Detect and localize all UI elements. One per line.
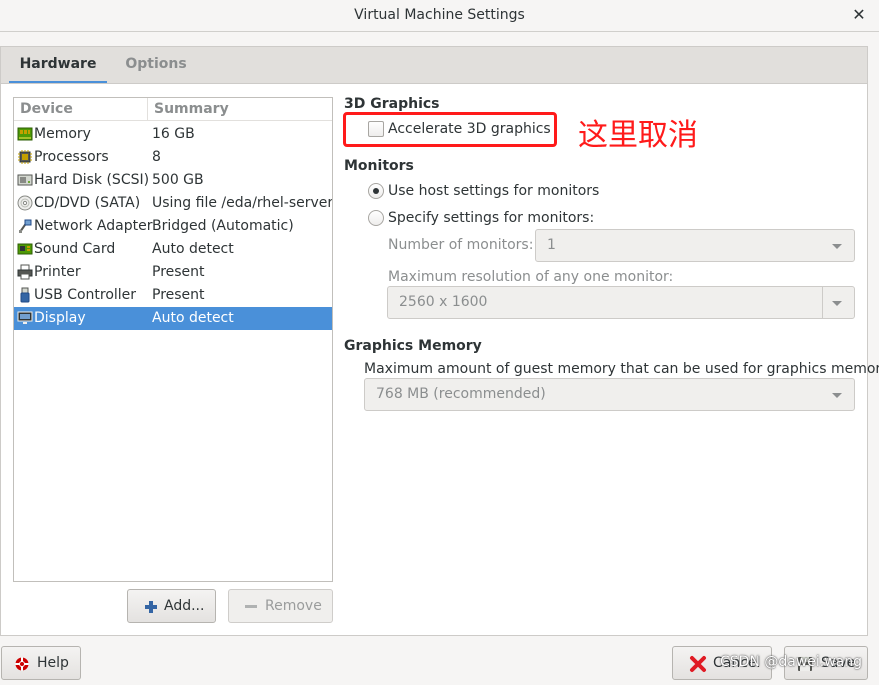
device-name: CD/DVD (SATA) bbox=[34, 195, 141, 211]
network-adapter-icon bbox=[19, 219, 32, 233]
combo-divider bbox=[822, 287, 823, 318]
column-header-device[interactable]: Device bbox=[20, 101, 73, 117]
device-name: Sound Card bbox=[34, 241, 116, 257]
processor-icon bbox=[18, 150, 32, 164]
specify-monitors-label[interactable]: Specify settings for monitors: bbox=[388, 210, 594, 226]
device-list[interactable]: Device Summary Memory 16 GB Processors 8… bbox=[13, 97, 333, 582]
add-button[interactable]: Add... bbox=[127, 589, 216, 623]
display-icon bbox=[17, 311, 33, 324]
tab-bar: Hardware Options bbox=[0, 46, 868, 84]
plus-icon bbox=[145, 601, 157, 613]
specify-monitors-radio[interactable] bbox=[368, 210, 384, 226]
device-name: Network Adapter bbox=[34, 218, 153, 234]
device-row-network-adapter[interactable]: Network Adapter Bridged (Automatic) bbox=[14, 215, 332, 238]
device-name: Processors bbox=[34, 149, 109, 165]
printer-icon bbox=[17, 264, 33, 280]
add-button-label: Add... bbox=[164, 598, 205, 614]
help-icon bbox=[15, 657, 29, 671]
device-row-printer[interactable]: Printer Present bbox=[14, 261, 332, 284]
watermark: CSDN @dawei.wang bbox=[720, 654, 863, 670]
device-row-hard-disk[interactable]: Hard Disk (SCSI) 500 GB bbox=[14, 169, 332, 192]
memory-icon bbox=[17, 127, 33, 141]
title-bar: Virtual Machine Settings ✕ bbox=[0, 0, 879, 32]
section-title-graphics-memory: Graphics Memory bbox=[344, 338, 482, 354]
device-row-memory[interactable]: Memory 16 GB bbox=[14, 123, 332, 146]
device-row-display[interactable]: Display Auto detect bbox=[14, 307, 332, 330]
graphics-memory-value: 768 MB (recommended) bbox=[376, 386, 546, 402]
device-list-header: Device Summary bbox=[14, 98, 332, 121]
column-separator bbox=[147, 98, 148, 121]
tab-hardware[interactable]: Hardware bbox=[9, 47, 107, 84]
use-host-monitors-label[interactable]: Use host settings for monitors bbox=[388, 183, 599, 199]
device-summary: Present bbox=[152, 287, 205, 303]
graphics-memory-combo[interactable]: 768 MB (recommended) bbox=[364, 378, 855, 411]
device-name: Hard Disk (SCSI) bbox=[34, 172, 150, 188]
window-title: Virtual Machine Settings bbox=[354, 7, 525, 23]
tab-options[interactable]: Options bbox=[116, 47, 196, 84]
remove-button[interactable]: Remove bbox=[228, 589, 333, 623]
section-title-monitors: Monitors bbox=[344, 158, 414, 174]
help-button[interactable]: Help bbox=[1, 646, 81, 680]
device-summary: Present bbox=[152, 264, 205, 280]
device-row-processors[interactable]: Processors 8 bbox=[14, 146, 332, 169]
sound-card-icon bbox=[17, 243, 33, 255]
help-button-label: Help bbox=[37, 655, 69, 671]
device-summary: Bridged (Automatic) bbox=[152, 218, 294, 234]
remove-button-label: Remove bbox=[265, 598, 322, 614]
cd-dvd-icon bbox=[17, 195, 33, 211]
chevron-down-icon bbox=[832, 244, 842, 249]
device-summary: 16 GB bbox=[152, 126, 195, 142]
number-of-monitors-value: 1 bbox=[547, 237, 556, 253]
column-header-summary[interactable]: Summary bbox=[154, 101, 229, 117]
use-host-monitors-radio[interactable] bbox=[368, 183, 384, 199]
close-icon[interactable]: ✕ bbox=[851, 6, 867, 24]
annotation-text: 这里取消 bbox=[578, 118, 698, 153]
device-name: Memory bbox=[34, 126, 91, 142]
device-summary: Using file /eda/rhel-server-7 bbox=[152, 195, 333, 211]
device-name: USB Controller bbox=[34, 287, 137, 303]
max-resolution-label: Maximum resolution of any one monitor: bbox=[388, 269, 674, 285]
annotation-highlight-box bbox=[343, 112, 557, 147]
device-name: Printer bbox=[34, 264, 81, 280]
max-resolution-combo[interactable]: 2560 x 1600 bbox=[387, 286, 855, 319]
usb-icon bbox=[20, 287, 30, 303]
device-summary: 8 bbox=[152, 149, 161, 165]
minus-icon bbox=[245, 605, 257, 608]
device-summary: 500 GB bbox=[152, 172, 204, 188]
device-name: Display bbox=[34, 310, 86, 326]
number-of-monitors-combo[interactable]: 1 bbox=[535, 229, 855, 262]
hard-disk-icon bbox=[17, 174, 33, 186]
section-title-3d-graphics: 3D Graphics bbox=[344, 96, 440, 112]
chevron-down-icon bbox=[832, 393, 842, 398]
device-summary: Auto detect bbox=[152, 310, 234, 326]
device-row-cd-dvd[interactable]: CD/DVD (SATA) Using file /eda/rhel-serve… bbox=[14, 192, 332, 215]
chevron-down-icon bbox=[832, 301, 842, 306]
cancel-icon bbox=[690, 656, 706, 672]
hardware-pane: Device Summary Memory 16 GB Processors 8… bbox=[0, 83, 868, 636]
max-resolution-value: 2560 x 1600 bbox=[399, 294, 488, 310]
device-summary: Auto detect bbox=[152, 241, 234, 257]
graphics-memory-description: Maximum amount of guest memory that can … bbox=[364, 361, 879, 377]
number-of-monitors-label: Number of monitors: bbox=[388, 237, 534, 253]
device-row-sound-card[interactable]: Sound Card Auto detect bbox=[14, 238, 332, 261]
device-row-usb-controller[interactable]: USB Controller Present bbox=[14, 284, 332, 307]
